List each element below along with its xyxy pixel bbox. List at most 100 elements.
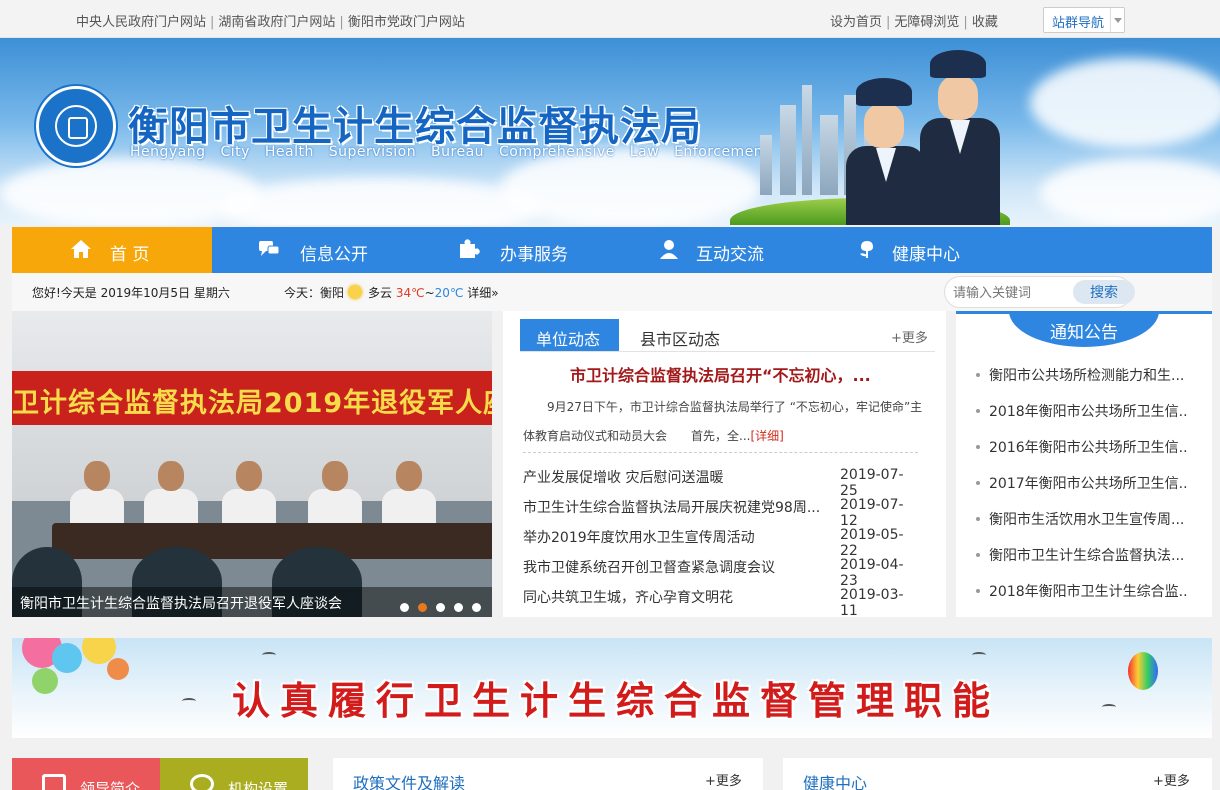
- balloon-decoration: [107, 658, 129, 680]
- temp-separator: ~: [424, 286, 435, 300]
- photo-slider[interactable]: 卫计综合监督执法局2019年退役军人座谈 衡阳市卫生计生综合监督执法局召开退役军…: [12, 311, 492, 617]
- bird-decoration: [972, 652, 986, 658]
- notice-item-title: 2017年衡阳市公共场所卫生信...: [989, 476, 1189, 492]
- health-center-panel-title[interactable]: 健康中心: [803, 770, 867, 790]
- tab-underline: [520, 351, 935, 352]
- tab-organization[interactable]: 机构设置: [160, 758, 308, 790]
- notice-panel: 通知公告 衡阳市公共场所检测能力和生... 2018年衡阳市公共场所卫生信...…: [956, 311, 1212, 617]
- site-group-nav-dropdown[interactable]: 站群导航: [1043, 7, 1125, 33]
- divider: |: [886, 15, 891, 30]
- slider-dot[interactable]: [472, 603, 481, 612]
- list-item[interactable]: 衡阳市公共场所检测能力和生...: [974, 363, 1194, 399]
- notice-title[interactable]: 通知公告: [1009, 311, 1159, 347]
- slogan-banner[interactable]: 认真履行卫生计生综合监督管理职能: [12, 638, 1212, 738]
- slider-dot[interactable]: [436, 603, 445, 612]
- notice-item-title: 2018年衡阳市公共场所卫生信...: [989, 404, 1189, 420]
- bookmark-link[interactable]: 收藏: [972, 15, 998, 30]
- nav-item-health-center[interactable]: 健康中心: [812, 227, 1012, 273]
- cloud-decoration: [1040, 158, 1220, 225]
- list-item[interactable]: 2018年衡阳市卫生计生综合监...: [974, 579, 1194, 615]
- emblem-inner: [55, 105, 97, 147]
- officer-illustration-female: [846, 78, 926, 225]
- weather-detail-link[interactable]: 详细»: [467, 286, 498, 300]
- news-panel: 单位动态 县市区动态 +更多 市卫计综合监督执法局召开“不忘初心，... 9月2…: [503, 311, 946, 619]
- list-item[interactable]: 同心共筑卫生城，齐心孕育文明花 2019-03-11: [523, 581, 918, 619]
- tab-label: 领导简介: [80, 780, 141, 790]
- set-homepage-link[interactable]: 设为首页: [830, 15, 882, 30]
- search-button[interactable]: 搜索: [1073, 280, 1135, 304]
- tab-label: 机构设置: [228, 780, 289, 790]
- main-nav: 首 页 信息公开 办事服务 互动交流 健康中心: [12, 227, 1212, 273]
- list-item[interactable]: 2017年衡阳市公共场所卫生信...: [974, 471, 1194, 507]
- slogan-text: 认真履行卫生计生综合监督管理职能: [232, 679, 1001, 723]
- notice-item-title: 衡阳市卫生计生综合监督执法...: [989, 548, 1185, 564]
- search-box: 搜索: [944, 276, 1135, 308]
- weather-desc: 多云: [368, 286, 393, 300]
- nav-item-label: 互动交流: [696, 245, 764, 265]
- list-item[interactable]: 2016年衡阳市公共场所卫生信...: [974, 435, 1194, 471]
- list-item[interactable]: 市卫生计生综合监督执法局开展庆祝建党98周... 2019-07-12: [523, 491, 918, 529]
- news-item-title: 举办2019年度饮用水卫生宣传周活动: [523, 530, 755, 546]
- news-headline[interactable]: 市卫计综合监督执法局召开“不忘初心，...: [570, 362, 871, 386]
- notice-item-title: 衡阳市公共场所检测能力和生...: [989, 368, 1185, 384]
- gov-link-hengyang[interactable]: 衡阳市党政门户网站: [348, 15, 465, 30]
- health-center-more-link[interactable]: +更多: [1153, 770, 1190, 789]
- list-item[interactable]: 产业发展促增收 灾后慰问送温暖 2019-07-25: [523, 461, 918, 499]
- tab-unit-news[interactable]: 单位动态: [520, 319, 619, 351]
- gov-link-hunan[interactable]: 湖南省政府门户网站: [218, 15, 335, 30]
- person-icon: [660, 240, 678, 259]
- slider-dot[interactable]: [454, 603, 463, 612]
- nav-item-info-public[interactable]: 信息公开: [212, 227, 412, 273]
- nav-item-services[interactable]: 办事服务: [412, 227, 612, 273]
- news-item-date: 2019-03-11: [840, 587, 904, 619]
- news-list: 产业发展促增收 灾后慰问送温暖 2019-07-25 市卫生计生综合监督执法局开展…: [523, 461, 918, 619]
- chat-icon: [259, 241, 280, 256]
- tab-county-news[interactable]: 县市区动态: [640, 326, 720, 350]
- site-subtitle: Hengyang City Health Supervision Bureau …: [130, 144, 770, 160]
- tab-leadership-intro[interactable]: 领导简介: [12, 758, 160, 790]
- info-row: 您好!今天是 2019年10月5日 星期六 今天：衡阳 多云 34℃~20℃ 详细…: [12, 273, 1212, 311]
- temp-high: 34℃: [395, 286, 425, 300]
- notice-list: 衡阳市公共场所检测能力和生... 2018年衡阳市公共场所卫生信... 2016…: [974, 363, 1194, 615]
- cloudy-sun-icon: [348, 285, 363, 299]
- date-greeting: 您好!今天是 2019年10月5日 星期六: [32, 286, 230, 300]
- notice-item-title: 衡阳市生活饮用水卫生宣传周...: [989, 512, 1185, 528]
- header-banner: 衡阳市卫生计生综合监督执法局 Hengyang City Health Supe…: [0, 38, 1220, 225]
- news-detail-link[interactable]: [详细]: [750, 429, 783, 443]
- divider: |: [339, 15, 344, 30]
- nav-item-label: 首 页: [110, 245, 150, 265]
- nav-item-interaction[interactable]: 互动交流: [612, 227, 812, 273]
- cloud-decoration: [220, 178, 540, 225]
- news-more-link[interactable]: +更多: [891, 327, 928, 346]
- gear-icon: [190, 774, 214, 790]
- hot-air-balloon-decoration: [1128, 652, 1158, 690]
- list-item[interactable]: 2018年衡阳市公共场所卫生信...: [974, 399, 1194, 435]
- calendar-icon: [42, 774, 66, 790]
- accessibility-link[interactable]: 无障碍浏览: [894, 15, 959, 30]
- list-item[interactable]: 衡阳市卫生计生综合监督执法...: [974, 543, 1194, 579]
- news-item-title: 市卫生计生综合监督执法局开展庆祝建党98周...: [523, 500, 821, 516]
- divider: |: [210, 15, 215, 30]
- slider-dot-active[interactable]: [418, 603, 427, 612]
- news-item-title: 同心共筑卫生城，齐心孕育文明花: [523, 590, 733, 606]
- nav-item-label: 信息公开: [300, 245, 368, 265]
- slide-photo-banner-text: 卫计综合监督执法局2019年退役军人座谈: [12, 388, 492, 419]
- slide-caption[interactable]: 衡阳市卫生计生综合监督执法局召开退役军人座谈会: [20, 593, 342, 613]
- bird-decoration: [182, 698, 196, 704]
- news-summary: 9月27日下午，市卫计综合监督执法局举行了 “不忘初心，牢记使命”主体教育启动仪…: [523, 393, 928, 451]
- nav-item-home[interactable]: 首 页: [12, 227, 212, 273]
- gov-link-central[interactable]: 中央人民政府门户网站: [76, 15, 206, 30]
- puzzle-icon: [460, 239, 480, 258]
- search-input[interactable]: [953, 283, 1063, 303]
- list-item[interactable]: 我市卫健系统召开创卫督查紧急调度会议 2019-04-23: [523, 551, 918, 589]
- chevron-down-icon: [1110, 8, 1124, 32]
- list-item[interactable]: 举办2019年度饮用水卫生宣传周活动 2019-05-22: [523, 521, 918, 559]
- list-item[interactable]: 衡阳市生活饮用水卫生宣传周...: [974, 507, 1194, 543]
- policy-more-link[interactable]: +更多: [705, 770, 742, 789]
- news-item-title: 我市卫健系统召开创卫督查紧急调度会议: [523, 560, 775, 576]
- divider: [523, 452, 918, 453]
- policy-panel-title[interactable]: 政策文件及解读: [353, 770, 465, 790]
- officer-illustration-male: [920, 50, 1000, 225]
- slider-dot[interactable]: [400, 603, 409, 612]
- weather-location: 今天：衡阳: [284, 286, 345, 300]
